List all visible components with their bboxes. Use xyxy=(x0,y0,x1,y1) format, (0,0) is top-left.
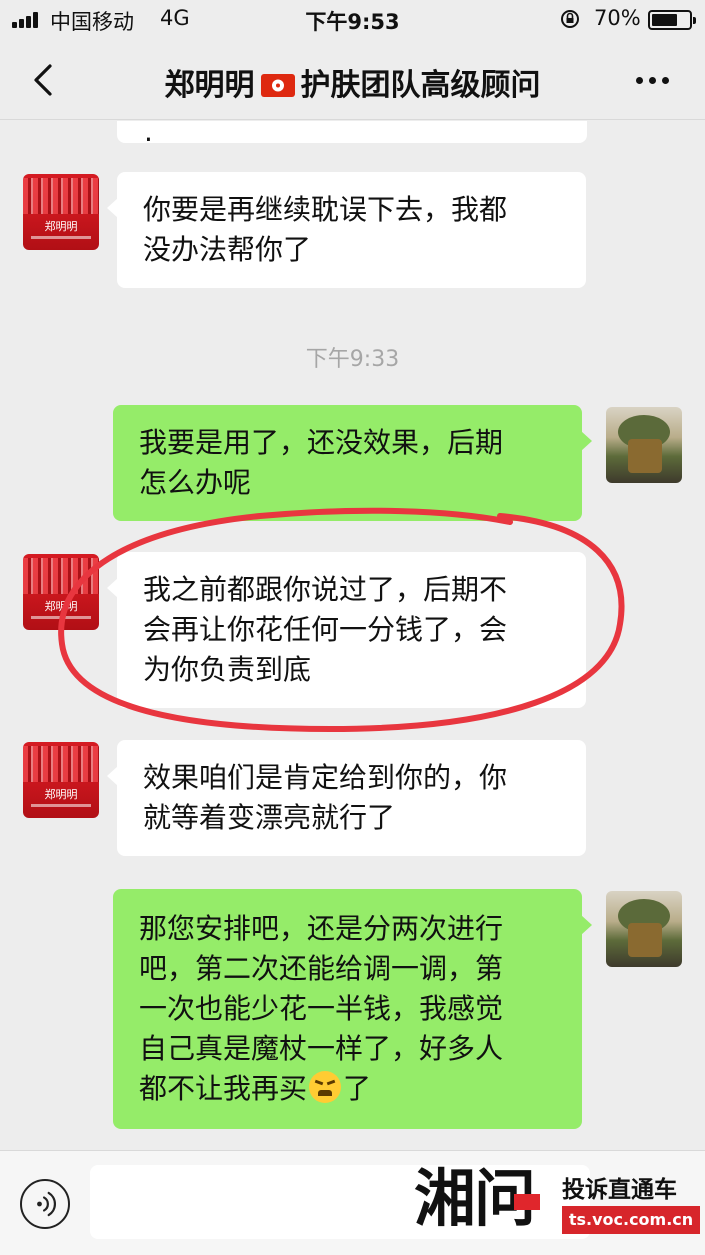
chat-header: 郑明明 护肤团队高级顾问 xyxy=(0,40,705,120)
message-list[interactable]: . 郑明明 你要是再继续耽误下去，我都 没办法帮你了 下午9:33 我要是用了，… xyxy=(0,121,705,1150)
status-bar: 中国移动 4G 下午9:53 70% xyxy=(0,0,705,40)
message-text-line: 那您安排吧，还是分两次进行 xyxy=(139,912,504,945)
message-text-line: 没办法帮你了 xyxy=(143,233,312,266)
contact-name: 郑明明 xyxy=(164,68,255,103)
message-text-line: 一次也能少花一半钱，我感觉 xyxy=(139,992,504,1025)
message-bubble-received[interactable]: 效果咱们是肯定给到你的，你 就等着变漂亮就行了 xyxy=(107,740,586,856)
battery-level xyxy=(652,14,677,26)
battery-icon xyxy=(648,10,696,30)
user-avatar[interactable] xyxy=(606,407,682,483)
message-bubble-received[interactable]: 你要是再继续耽误下去，我都 没办法帮你了 xyxy=(107,172,586,288)
avatar-logo-text: 郑明明 xyxy=(44,788,78,801)
grimace-face-emoji xyxy=(309,1071,342,1103)
message-text-line: 就等着变漂亮就行了 xyxy=(143,801,396,834)
more-dots-icon[interactable] xyxy=(628,66,678,94)
chat-title: 郑明明 护肤团队高级顾问 xyxy=(100,60,605,104)
wechat-chat-screen: 中国移动 4G 下午9:53 70% 郑明明 护肤团队高级顾问 . 郑明明 你要… xyxy=(0,0,705,1255)
battery-percent: 70% xyxy=(594,6,641,30)
voc-watermark: 湘问 投诉直通车 ts.voc.com.cn xyxy=(414,1156,705,1246)
contact-avatar[interactable]: 郑明明 xyxy=(23,742,99,818)
message-text-line: 怎么办呢 xyxy=(139,466,252,499)
watermark-slogan: 投诉直通车 xyxy=(562,1177,677,1203)
message-text-line: 都不让我再买了 xyxy=(139,1071,372,1105)
contact-avatar[interactable]: 郑明明 xyxy=(23,554,99,630)
message-bubble-sent[interactable]: 我要是用了，还没效果，后期 怎么办呢 xyxy=(113,405,592,521)
message-bubble-sent[interactable]: 那您安排吧，还是分两次进行 吧，第二次还能给调一调，第 一次也能少花一半钱，我感… xyxy=(113,889,592,1129)
message-text-line: 为你负责到底 xyxy=(143,653,312,686)
hong-kong-flag-icon xyxy=(260,74,295,97)
message-text-line: 我之前都跟你说过了，后期不 xyxy=(143,573,508,606)
watermark-site: ts.voc.com.cn xyxy=(562,1206,700,1234)
avatar-logo-text: 郑明明 xyxy=(44,220,78,233)
message-text-line: 会再让你花任何一分钱了，会 xyxy=(143,613,508,646)
message-text-line: 你要是再继续耽误下去，我都 xyxy=(143,193,508,226)
message-text-line: 效果咱们是肯定给到你的，你 xyxy=(143,761,508,794)
user-avatar[interactable] xyxy=(606,891,682,967)
message-timestamp: 下午9:33 xyxy=(305,347,400,372)
avatar-logo-text: 郑明明 xyxy=(44,600,78,613)
voice-icon[interactable] xyxy=(20,1179,70,1229)
message-text-line: 我要是用了，还没效果，后期 xyxy=(139,426,504,459)
contact-role: 护肤团队高级顾问 xyxy=(300,68,541,103)
rotation-lock-icon xyxy=(561,10,579,28)
chevron-left-icon[interactable] xyxy=(26,62,62,98)
message-text-line: 自己真是魔杖一样了，好多人 xyxy=(139,1032,504,1065)
message-bubble-received-highlighted[interactable]: 我之前都跟你说过了，后期不 会再让你花任何一分钱了，会 为你负责到底 xyxy=(107,552,586,708)
previous-message-bubble: . xyxy=(117,121,587,148)
message-text-line: 吧，第二次还能给调一调，第 xyxy=(139,952,504,985)
contact-avatar[interactable]: 郑明明 xyxy=(23,174,99,250)
